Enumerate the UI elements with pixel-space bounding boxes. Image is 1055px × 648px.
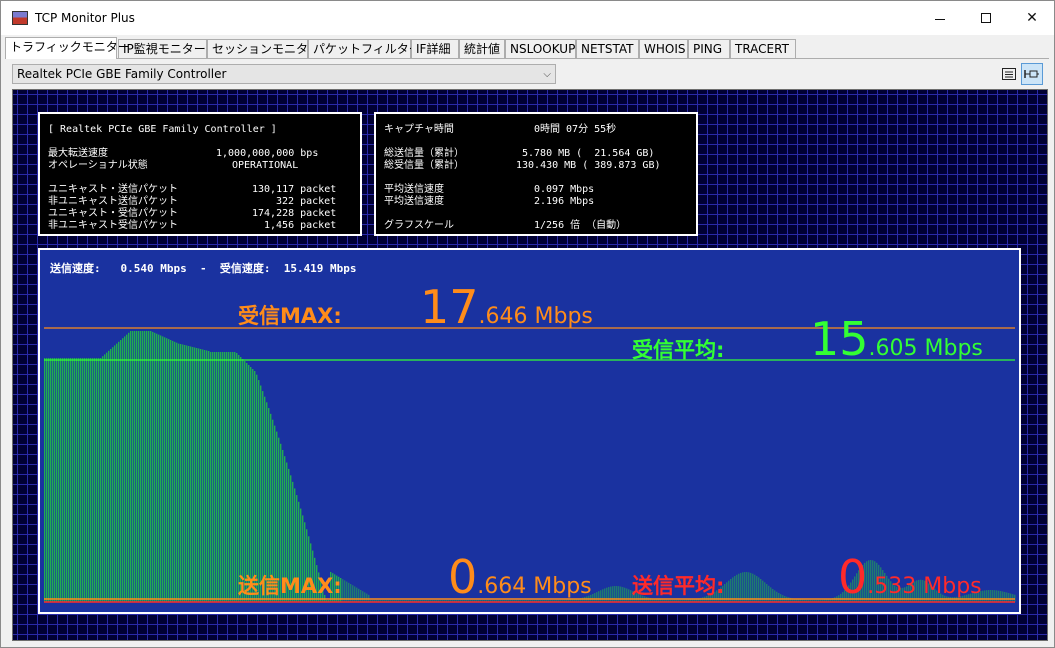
pin-button[interactable] [1021,63,1043,85]
close-button[interactable]: ✕ [1009,1,1055,35]
app-icon [12,11,28,25]
send-max-label: 送信MAX: [238,574,342,598]
op-state-label: オペレーショナル状態 [48,160,148,171]
unicast-recv-label: ユニキャスト・受信パケット [48,208,178,219]
tab-ip-monitor[interactable]: IP監視モニター [118,39,207,58]
minimize-icon [935,18,945,20]
graph-scale-label: グラフスケール [384,220,454,231]
tab-traffic-monitor[interactable]: トラフィックモニター [5,37,130,59]
chevron-down-icon: ⌵ [543,69,551,80]
minimize-button[interactable] [917,1,963,35]
app-window: TCP Monitor Plus ✕ トラフィックモニター IP監視モニター セ… [0,0,1055,648]
tab-statistics[interactable]: 統計値 [459,39,505,58]
tab-nslookup[interactable]: NSLOOKUP [505,39,576,58]
adapter-info-panel: [ Realtek PCIe GBE Family Controller ] 最… [38,112,362,236]
nonunicast-recv-value: 1,456 packet [264,220,337,231]
send-max-frac: .664 Mbps [477,574,592,599]
tab-session-monitor[interactable]: セッションモニター [207,39,320,58]
traffic-graph: 送信速度: 0.540 Mbps - 受信速度: 15.419 Mbps 受信M… [38,248,1021,614]
max-speed-label: 最大転送速度 [48,148,108,159]
close-icon: ✕ [1026,10,1038,26]
adapter-select-value: Realtek PCIe GBE Family Controller [17,67,227,81]
pin-icon [1024,70,1039,78]
capture-stats-panel: キャプチャ時間 0時間 07分 55秒 総送信量（累計） 5.780 MB ( … [374,112,698,236]
unicast-sent-value: 130,117 packet [252,184,337,195]
send-avg-frac: .533 Mbps [867,574,982,599]
total-recv-value: 130.430 MB ( 389.873 GB) [516,160,661,171]
nonunicast-sent-value: 322 packet [276,196,337,207]
recv-avg-int: 15 [810,312,869,366]
total-sent-value: 5.780 MB ( 21.564 GB) [522,148,655,159]
traffic-monitor-area: [ Realtek PCIe GBE Family Controller ] 最… [12,89,1048,641]
maximize-icon [981,13,991,23]
unicast-sent-label: ユニキャスト・送信パケット [48,184,178,195]
send-max-int: 0 [448,550,478,604]
recv-max-label: 受信MAX: [238,304,342,328]
recv-max-value: 17.646 Mbps [420,284,593,330]
tab-ping[interactable]: PING [688,39,730,58]
capture-time-label: キャプチャ時間 [384,124,454,135]
op-state-value: OPERATIONAL [232,160,299,171]
nonunicast-sent-label: 非ユニキャスト送信パケット [48,196,178,207]
tab-if-details[interactable]: IF詳細 [411,39,459,58]
avg-send2-label: 平均送信速度 [384,196,444,207]
recv-avg-frac: .605 Mbps [868,336,983,361]
unicast-recv-value: 174,228 packet [252,208,337,219]
adapter-name: [ Realtek PCIe GBE Family Controller ] [48,124,277,135]
tab-divider [5,58,1049,59]
window-title: TCP Monitor Plus [35,11,135,25]
graph-scale-value: 1/256 倍 （自動） [534,220,627,231]
recv-max-frac: .646 Mbps [478,304,593,329]
avg-send-value: 0.097 Mbps [534,184,595,195]
recv-avg-value: 15.605 Mbps [810,316,983,362]
tab-netstat[interactable]: NETSTAT [576,39,639,58]
tab-packet-filter[interactable]: パケットフィルター [308,39,421,58]
adapter-select[interactable]: Realtek PCIe GBE Family Controller ⌵ [12,64,556,84]
total-sent-label: 総送信量（累計） [384,148,464,159]
list-view-button[interactable] [998,63,1020,85]
tab-whois[interactable]: WHOIS [639,39,688,58]
send-avg-value: 0.533 Mbps [838,554,982,600]
recv-max-int: 17 [420,280,479,334]
send-max-value: 0.664 Mbps [448,554,592,600]
send-avg-int: 0 [838,550,868,604]
maximize-button[interactable] [963,1,1009,35]
title-bar[interactable]: TCP Monitor Plus ✕ [1,1,1054,35]
current-speed-readout: 送信速度: 0.540 Mbps - 受信速度: 15.419 Mbps [50,262,357,275]
recv-avg-label: 受信平均: [632,338,725,362]
avg-send-label: 平均送信速度 [384,184,444,195]
list-icon [1002,68,1016,80]
avg-send2-value: 2.196 Mbps [534,196,595,207]
nonunicast-recv-label: 非ユニキャスト受信パケット [48,220,178,231]
tab-tracert[interactable]: TRACERT [730,39,796,58]
send-avg-label: 送信平均: [632,574,725,598]
capture-time-value: 0時間 07分 55秒 [534,124,617,135]
max-speed-value: 1,000,000,000 bps [216,148,319,159]
total-recv-label: 総受信量（累計） [384,160,464,171]
